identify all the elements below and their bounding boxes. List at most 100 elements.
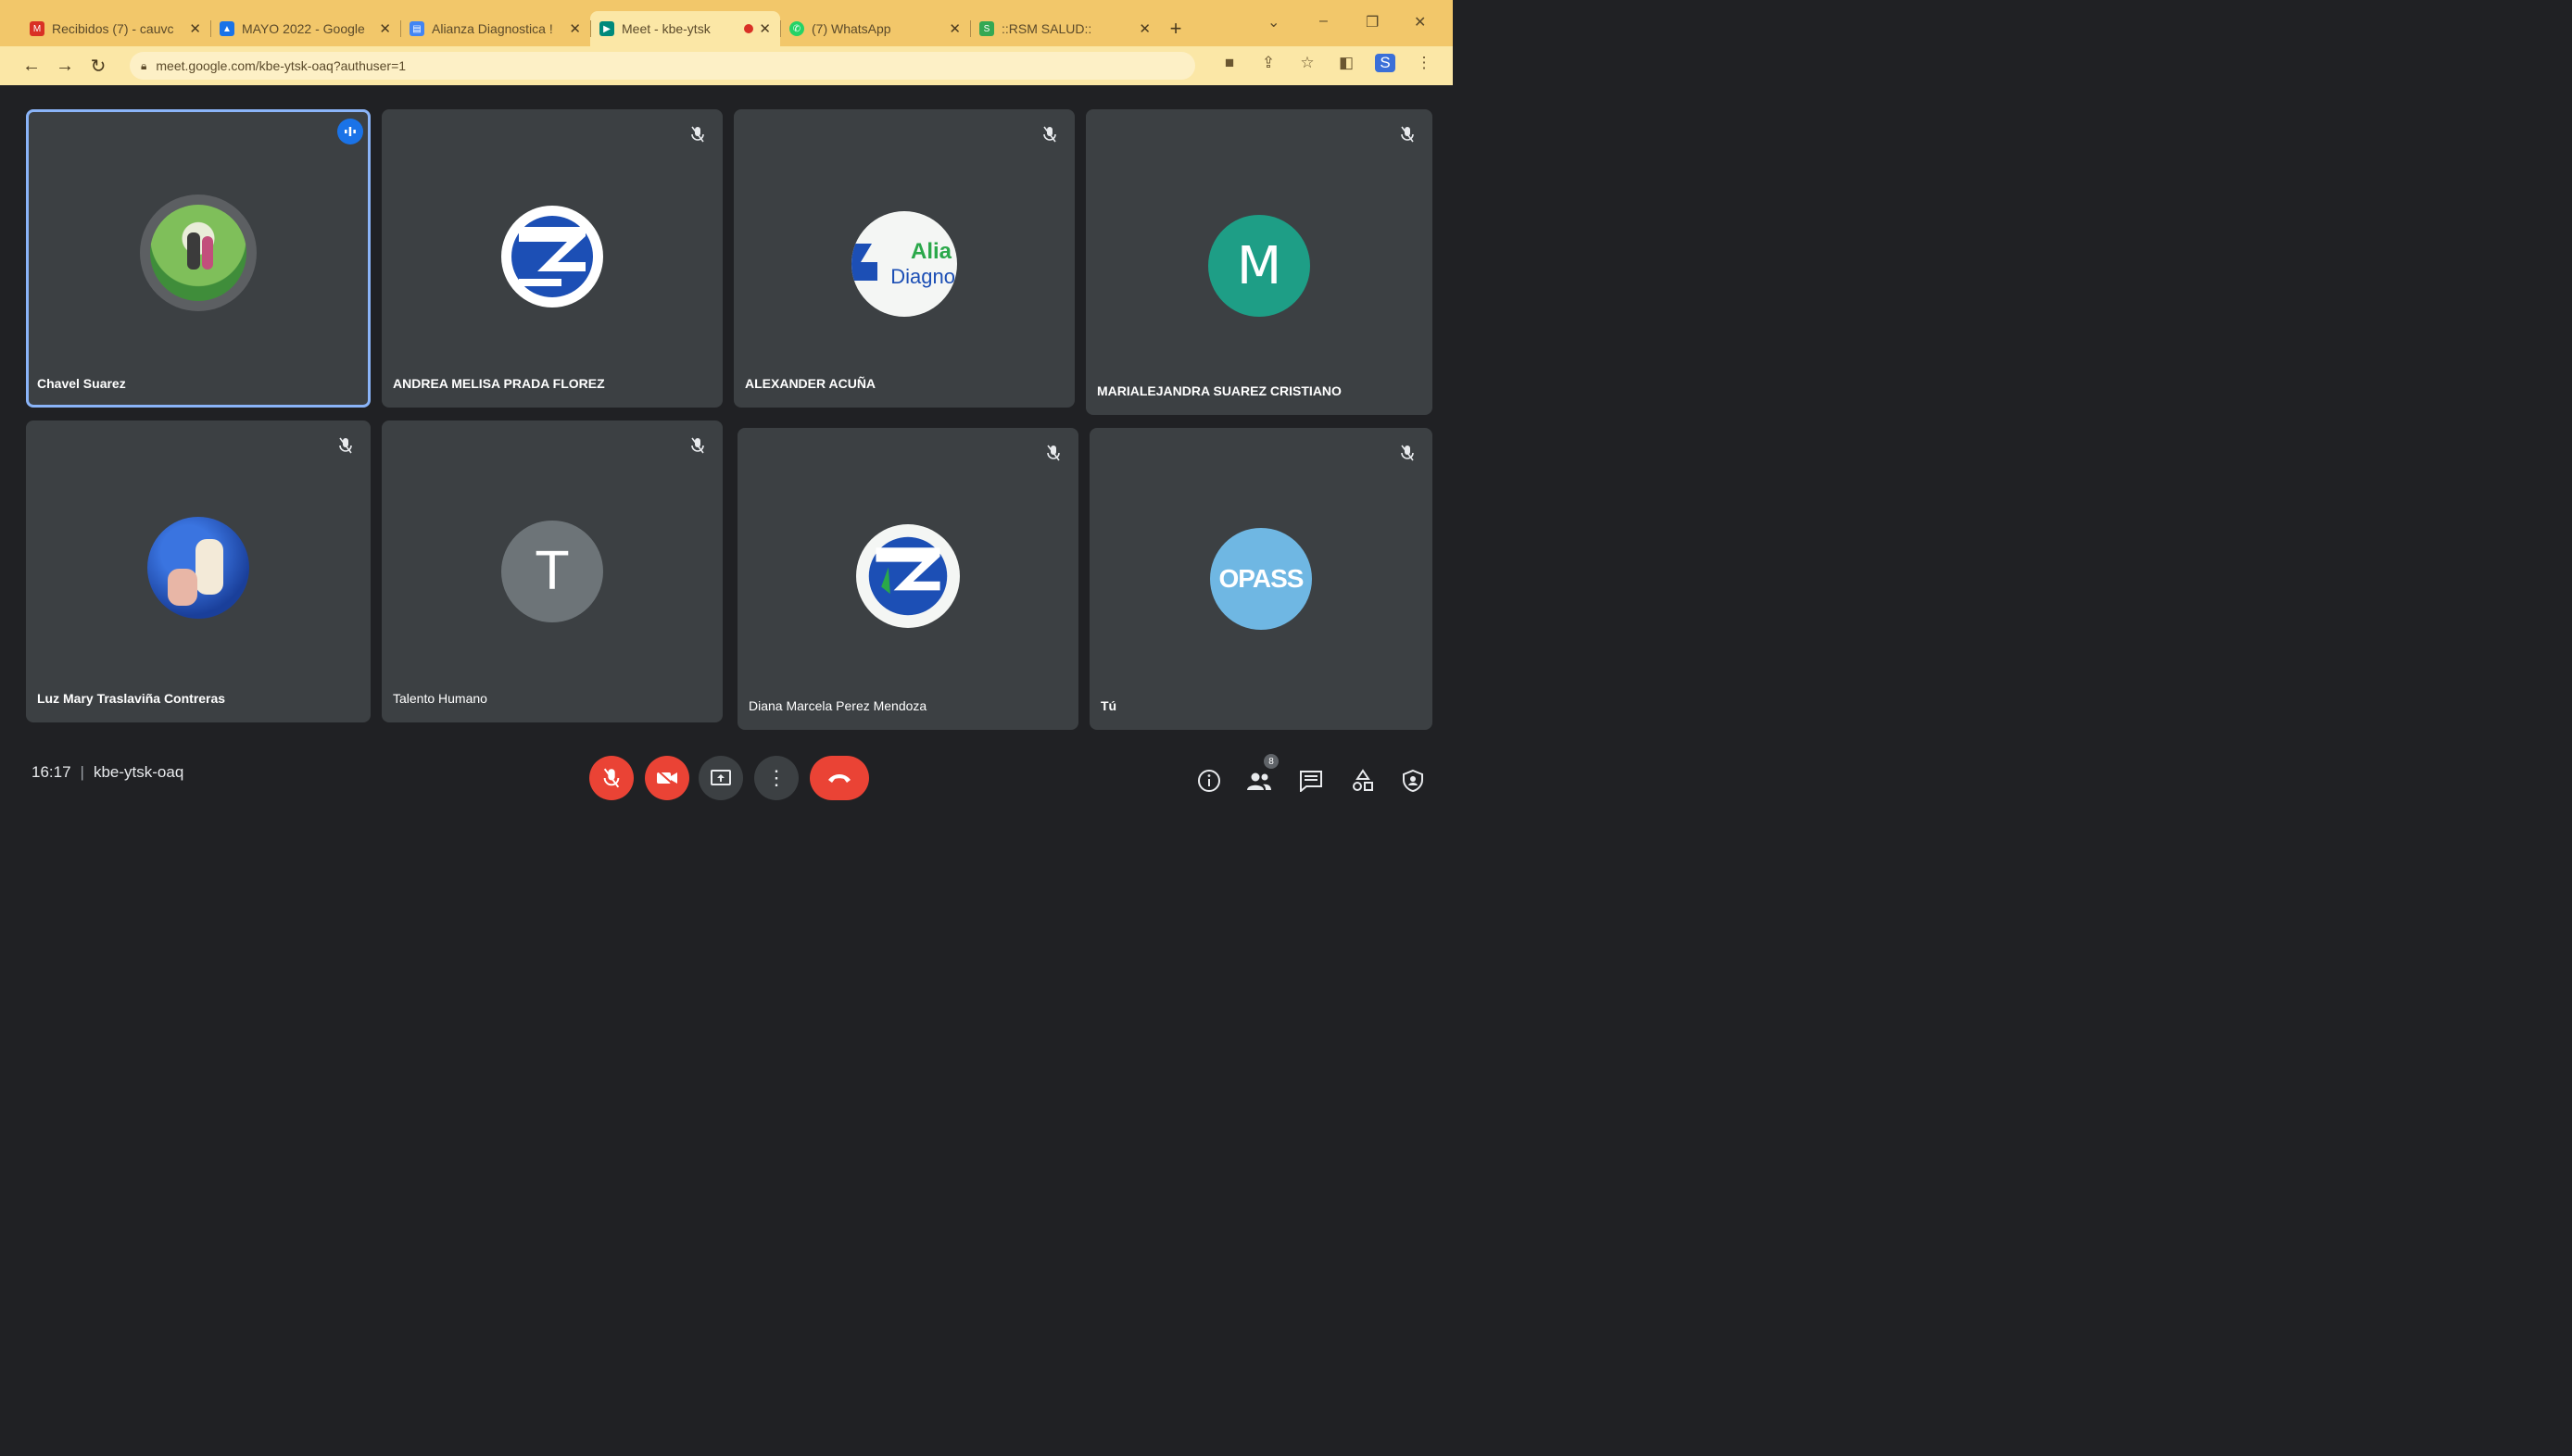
speaking-indicator-icon <box>337 119 363 144</box>
tab-meet[interactable]: ▶ Meet - kbe-ytsk ✕ <box>590 11 780 46</box>
avatar-letter: T <box>501 521 603 622</box>
tab-gmail[interactable]: M Recibidos (7) - cauvc ✕ <box>20 11 210 46</box>
forward-icon[interactable]: → <box>48 56 82 77</box>
tab-title: Recibidos (7) - cauvc <box>52 21 174 36</box>
people-icon <box>1247 772 1271 790</box>
participant-tile[interactable]: Chavel Suarez <box>26 109 371 408</box>
present-screen-icon <box>711 770 731 785</box>
mic-off-icon <box>687 435 708 456</box>
url-text: meet.google.com/kbe-ytsk-oaq?authuser=1 <box>156 58 407 73</box>
extension-icon[interactable]: S <box>1375 54 1395 72</box>
logo-text: Diagno <box>890 265 955 288</box>
participant-tile[interactable]: OPASS Tú <box>1090 428 1432 730</box>
sidepanel-icon[interactable]: ◧ <box>1336 54 1356 72</box>
tab-close-icon[interactable]: ✕ <box>949 20 961 37</box>
host-controls-icon <box>1403 769 1423 793</box>
camera-off-icon <box>657 770 677 786</box>
participant-tile[interactable]: Diana Marcela Perez Mendoza <box>738 428 1078 730</box>
tab-close-icon[interactable]: ✕ <box>569 20 581 37</box>
avatar-logo <box>856 524 960 628</box>
participant-count-badge: 8 <box>1264 754 1279 769</box>
restore-icon[interactable]: ❐ <box>1366 13 1379 31</box>
mic-off-icon <box>1397 443 1418 463</box>
rsm-favicon-icon: S <box>979 21 994 36</box>
mic-toggle-button[interactable] <box>589 756 634 800</box>
logo-text: OPASS <box>1218 564 1305 593</box>
meeting-info: 16:17 | kbe-ytsk-oaq <box>32 763 183 782</box>
tab-close-icon[interactable]: ✕ <box>189 20 201 37</box>
participant-name: MARIALEJANDRA SUAREZ CRISTIANO <box>1097 383 1342 398</box>
tab-close-icon[interactable]: ✕ <box>1139 20 1151 37</box>
participant-name: Talento Humano <box>393 691 487 706</box>
camera-permission-icon[interactable]: ■ <box>1219 54 1240 72</box>
whatsapp-favicon-icon: ✆ <box>789 21 804 36</box>
bookmark-star-icon[interactable]: ☆ <box>1297 54 1318 72</box>
reload-icon[interactable]: ↻ <box>82 55 115 78</box>
more-options-button[interactable]: ⋮ <box>754 756 799 800</box>
tab-title: Alianza Diagnostica ! <box>432 21 553 36</box>
gmail-favicon-icon: M <box>30 21 44 36</box>
meet-favicon-icon: ▶ <box>599 21 614 36</box>
more-vert-icon: ⋮ <box>766 766 787 789</box>
back-icon[interactable]: ← <box>15 56 48 77</box>
call-end-icon <box>828 774 851 783</box>
menu-kebab-icon[interactable]: ⋮ <box>1414 54 1434 72</box>
participant-tile[interactable]: ANDREA MELISA PRADA FLOREZ <box>382 109 723 408</box>
avatar-initial: M <box>1236 235 1282 296</box>
share-icon[interactable]: ⇪ <box>1258 54 1279 72</box>
participant-tile[interactable]: M MARIALEJANDRA SUAREZ CRISTIANO <box>1086 109 1432 415</box>
tab-rsm-salud[interactable]: S ::RSM SALUD:: ✕ <box>970 11 1160 46</box>
avatar-logo: Alia Diagno <box>851 211 957 317</box>
avatar <box>140 195 257 311</box>
toolbar-icons: ■ ⇪ ☆ ◧ S ⋮ <box>1219 54 1434 72</box>
lock-icon: 🔒︎ <box>141 58 147 72</box>
tab-alianza[interactable]: ▤ Alianza Diagnostica ! ✕ <box>400 11 590 46</box>
participant-name: Diana Marcela Perez Mendoza <box>749 698 927 713</box>
activities-button[interactable] <box>1349 767 1377 795</box>
tab-calendar[interactable]: ▲ MAYO 2022 - Google ✕ <box>210 11 400 46</box>
mic-off-icon <box>1397 124 1418 144</box>
participant-tile[interactable]: Luz Mary Traslaviña Contreras <box>26 420 371 722</box>
minimize-icon[interactable]: – <box>1319 13 1328 30</box>
tab-whatsapp[interactable]: ✆ (7) WhatsApp ✕ <box>780 11 970 46</box>
logo-text: Alia <box>910 239 952 264</box>
camera-toggle-button[interactable] <box>645 756 689 800</box>
activities-icon <box>1353 769 1373 791</box>
host-controls-button[interactable] <box>1399 767 1427 795</box>
browser-tab-strip: M Recibidos (7) - cauvc ✕ ▲ MAYO 2022 - … <box>0 0 1453 46</box>
avatar-photo <box>150 205 246 301</box>
participant-name: ALEXANDER ACUÑA <box>745 376 876 391</box>
avatar-photo <box>147 517 249 619</box>
participant-name: Chavel Suarez <box>37 376 126 391</box>
window-close-icon[interactable]: ✕ <box>1414 13 1426 31</box>
tab-title: Meet - kbe-ytsk <box>622 21 711 36</box>
separator: | <box>80 763 84 781</box>
tab-title: ::RSM SALUD:: <box>1002 21 1092 36</box>
alianza-logo-icon <box>851 244 877 281</box>
people-button[interactable] <box>1245 767 1273 795</box>
present-button[interactable] <box>699 756 743 800</box>
browser-toolbar: ← → ↻ 🔒︎ meet.google.com/kbe-ytsk-oaq?au… <box>0 46 1453 85</box>
participant-tile[interactable]: T Talento Humano <box>382 420 723 722</box>
chat-button[interactable] <box>1297 767 1325 795</box>
avatar-logo <box>501 206 603 308</box>
address-bar[interactable]: 🔒︎ meet.google.com/kbe-ytsk-oaq?authuser… <box>130 52 1195 80</box>
new-tab-button[interactable]: + <box>1160 11 1191 46</box>
participant-name: ANDREA MELISA PRADA FLOREZ <box>393 376 605 391</box>
mic-off-icon <box>1040 124 1060 144</box>
chat-icon <box>1300 771 1322 792</box>
mic-off-icon <box>603 768 620 788</box>
leave-call-button[interactable] <box>810 756 869 800</box>
drive-favicon-icon: ▲ <box>220 21 234 36</box>
tab-title: MAYO 2022 - Google <box>242 21 365 36</box>
meeting-time: 16:17 <box>32 763 71 781</box>
mic-off-icon <box>1043 443 1064 463</box>
tab-close-icon[interactable]: ✕ <box>759 20 771 37</box>
participant-tile[interactable]: Alia Diagno ALEXANDER ACUÑA <box>734 109 1075 408</box>
recording-dot-icon <box>744 24 754 33</box>
info-icon <box>1198 770 1220 792</box>
meeting-details-button[interactable] <box>1195 767 1223 795</box>
tab-search-icon[interactable]: ⌄ <box>1267 13 1280 31</box>
tab-close-icon[interactable]: ✕ <box>379 20 391 37</box>
avatar-initial: T <box>536 541 569 602</box>
